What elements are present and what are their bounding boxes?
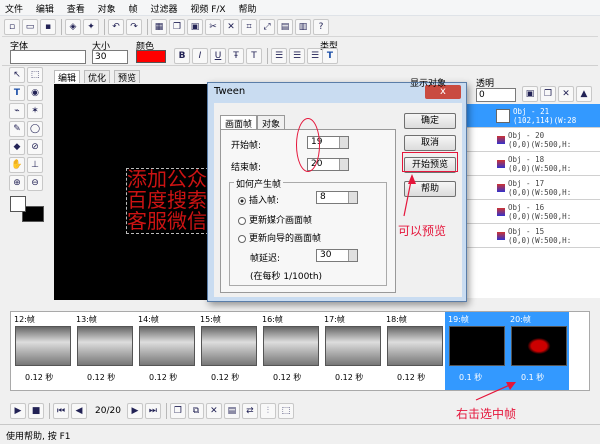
show-objects-label: 显示对象 [410,79,447,89]
copy-object-icon[interactable]: ❐ [540,86,556,102]
preview-annotation: 可以预览 [398,224,447,238]
move-up-icon[interactable]: ▲ [576,86,592,102]
opacity-input[interactable]: 0 [476,88,516,102]
arrow-line [475,383,513,401]
add-object-icon[interactable]: ▣ [522,86,538,102]
object-panel-buttons: ▣ ❐ ✕ ▲ [522,86,594,102]
delete-object-icon[interactable]: ✕ [558,86,574,102]
select-frames-annotation: 右击选中帧 [456,407,517,421]
annotation-arrows [403,174,516,401]
arrow-head [408,174,416,184]
